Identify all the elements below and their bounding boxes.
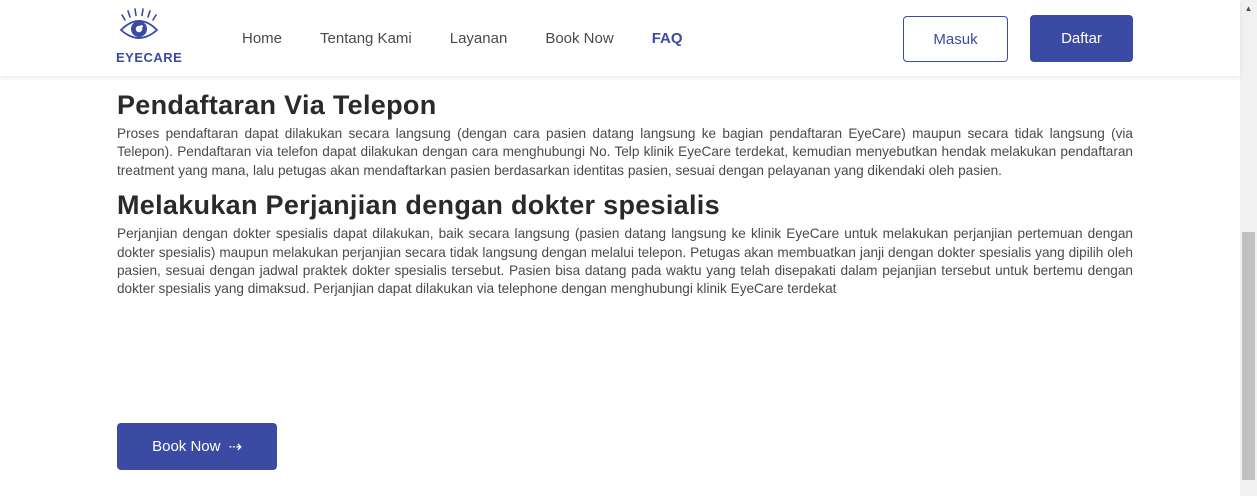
register-button[interactable]: Daftar — [1030, 15, 1133, 62]
navbar: EYECARE Home Tentang Kami Layanan Book N… — [0, 0, 1240, 76]
nav-layanan[interactable]: Layanan — [450, 30, 508, 47]
section-body: Perjanjian dengan dokter spesialis dapat… — [117, 226, 1133, 297]
page: EYECARE Home Tentang Kami Layanan Book N… — [0, 0, 1257, 496]
eyecare-logo[interactable]: EYECARE — [114, 6, 194, 66]
arrow-right-icon: ⇢ — [228, 438, 242, 456]
scroll-up-arrow-icon[interactable]: ▲ — [1240, 0, 1257, 17]
nav-faq[interactable]: FAQ — [652, 30, 683, 47]
section-title: Pendaftaran Via Telepon — [117, 90, 437, 120]
book-now-button[interactable]: Book Now ⇢ — [117, 423, 277, 470]
faq-content: Pendaftaran Via Telepon Proses pendaftar… — [117, 88, 1133, 299]
nav-home[interactable]: Home — [242, 30, 282, 47]
section-body: Proses pendaftaran dapat dilakukan secar… — [117, 126, 1133, 178]
nav-book-now[interactable]: Book Now — [545, 30, 613, 47]
section-title: Melakukan Perjanjian dengan dokter spesi… — [117, 190, 720, 221]
scrollbar-thumb[interactable] — [1242, 232, 1255, 480]
eye-icon — [119, 8, 158, 39]
section-specialist-appointment: Melakukan Perjanjian dengan dokter spesi… — [117, 188, 1133, 299]
book-now-label: Book Now — [152, 438, 221, 455]
page-scrollbar[interactable]: ▲ — [1240, 0, 1257, 496]
section-phone-registration: Pendaftaran Via Telepon Proses pendaftar… — [117, 88, 1133, 180]
nav-tentang-kami[interactable]: Tentang Kami — [320, 30, 412, 47]
main-nav: Home Tentang Kami Layanan Book Now FAQ — [242, 30, 721, 47]
login-button[interactable]: Masuk — [903, 16, 1008, 62]
logo-text: EYECARE — [116, 50, 183, 65]
